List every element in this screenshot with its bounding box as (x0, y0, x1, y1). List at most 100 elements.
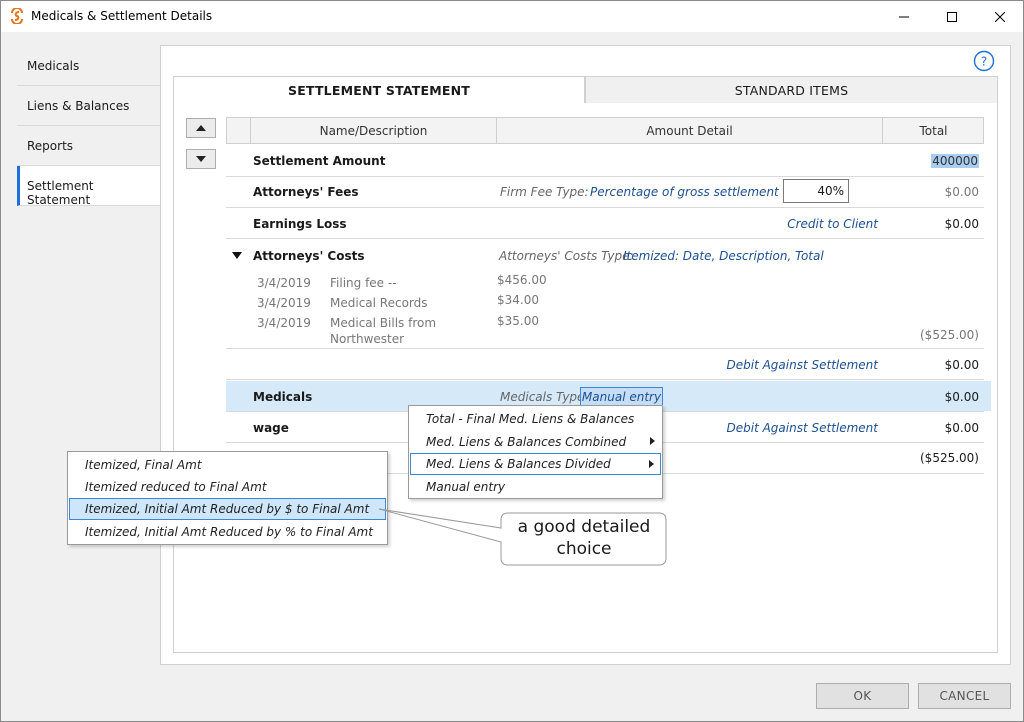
submenu-item-reduced-by-percent[interactable]: Itemized, Initial Amt Reduced by % to Fi… (69, 521, 386, 543)
submenu-item-itemized-final[interactable]: Itemized, Final Amt (69, 454, 386, 476)
row-divider (226, 348, 984, 349)
row-divider (226, 176, 984, 177)
submenu-item-label: Itemized reduced to Final Amt (85, 480, 267, 494)
sidebar-item-liens-balances[interactable]: Liens & Balances (17, 86, 160, 126)
menu-item-label: Manual entry (426, 480, 506, 494)
triangle-down-icon (196, 156, 206, 162)
fee-percent-input[interactable]: 40% (783, 179, 849, 203)
medicals-label: Medicals (253, 390, 313, 404)
maximize-icon (947, 11, 957, 22)
settlement-amount-label: Settlement Amount (253, 154, 386, 168)
wage-total: $0.00 (944, 421, 979, 435)
grid-header: Name/Description Amount Detail Total (226, 117, 984, 144)
column-header-name[interactable]: Name/Description (250, 118, 496, 143)
help-icon[interactable]: ? (973, 50, 995, 72)
attorneys-costs-type-link[interactable]: Itemized: Date, Description, Total (623, 249, 824, 263)
tab-bar: SETTLEMENT STATEMENT STANDARD ITEMS (173, 76, 998, 104)
tab-settlement-statement[interactable]: SETTLEMENT STATEMENT (173, 76, 585, 104)
submenu-item-label: Itemized, Final Amt (85, 458, 202, 472)
earnings-loss-total: $0.00 (944, 217, 979, 231)
callout-text: a good detailed choice (503, 516, 665, 560)
attorneys-fees-total: $0.00 (944, 185, 979, 199)
move-up-button[interactable] (186, 118, 216, 138)
sidebar-item-label: Reports (27, 139, 74, 153)
column-header-total[interactable]: Total (882, 118, 984, 143)
attorneys-costs-subtotal: ($525.00) (920, 328, 979, 342)
cost-item-date: 3/4/2019 (257, 276, 311, 290)
cost-item-amount: $34.00 (497, 293, 539, 307)
menu-item-label: Total - Final Med. Liens & Balances (426, 412, 635, 426)
menu-item-total-final[interactable]: Total - Final Med. Liens & Balances (410, 408, 661, 430)
tab-label: STANDARD ITEMS (734, 82, 849, 98)
cost-item-desc: Filing fee -- (330, 276, 397, 290)
cost-item-desc: Medical Records (330, 296, 428, 310)
settlement-amount-value[interactable]: 400000 (931, 154, 979, 168)
submenu-arrow-icon (649, 460, 654, 468)
medicals-type-menu: Total - Final Med. Liens & Balances Med.… (408, 405, 663, 499)
grand-total: ($525.00) (920, 451, 979, 465)
sidebar-item-settlement-statement[interactable]: Settlement Statement (17, 166, 160, 207)
cost-item-date: 3/4/2019 (257, 296, 311, 310)
submenu-item-label: Itemized, Initial Amt Reduced by % to Fi… (85, 525, 373, 539)
submenu-item-label: Itemized, Initial Amt Reduced by $ to Fi… (85, 502, 370, 516)
medicals-type-label: Medicals Type: (500, 390, 589, 404)
maximize-button[interactable] (929, 1, 975, 32)
close-icon (995, 11, 1005, 22)
submenu-item-itemized-reduced[interactable]: Itemized reduced to Final Amt (69, 476, 386, 498)
cancel-button[interactable]: CANCEL (918, 683, 1011, 709)
firm-fee-type-label: Firm Fee Type: (500, 185, 589, 199)
sidebar-item-label: Settlement Statement (27, 179, 94, 207)
cost-item-desc-continued: Northwester (330, 332, 405, 346)
cost-item-date: 3/4/2019 (257, 316, 311, 330)
sidebar-item-reports[interactable]: Reports (17, 126, 160, 166)
medicals-type-dropdown[interactable]: Manual entry (580, 387, 663, 406)
wage-label: wage (253, 421, 289, 435)
row-divider (226, 379, 984, 380)
window-title: Medicals & Settlement Details (31, 9, 213, 23)
minimize-icon (899, 16, 909, 17)
row-divider (226, 207, 984, 208)
menu-item-label: Med. Liens & Balances Combined (426, 435, 627, 449)
divided-submenu: Itemized, Final Amt Itemized reduced to … (67, 451, 388, 545)
minimize-button[interactable] (881, 1, 927, 32)
firm-fee-type-link[interactable]: Percentage of gross settlement (590, 185, 779, 199)
sidebar-nav: Medicals Liens & Balances Reports Settle… (17, 46, 160, 207)
menu-item-label: Med. Liens & Balances Divided (426, 457, 611, 471)
callout-line: a good detailed (517, 517, 651, 537)
collapse-caret-icon[interactable] (232, 252, 242, 259)
medicals-total: $0.00 (944, 390, 979, 404)
attorneys-costs-label: Attorneys' Costs (253, 249, 365, 263)
sidebar-item-label: Liens & Balances (27, 99, 130, 113)
move-down-button[interactable] (186, 149, 216, 169)
menu-item-manual-entry[interactable]: Manual entry (410, 476, 661, 498)
triangle-up-icon (196, 125, 206, 131)
title-bar: Medicals & Settlement Details (1, 1, 1023, 32)
callout-line: choice (556, 539, 612, 559)
column-header-amount[interactable]: Amount Detail (496, 118, 882, 143)
tab-standard-items[interactable]: STANDARD ITEMS (585, 76, 998, 104)
tab-label: SETTLEMENT STATEMENT (288, 83, 470, 98)
attorneys-costs-total: $0.00 (944, 358, 979, 372)
row-divider (226, 238, 984, 239)
earnings-loss-label: Earnings Loss (253, 217, 347, 231)
settlement-amount-total[interactable]: 400000 (901, 154, 979, 168)
close-button[interactable] (977, 1, 1023, 32)
credit-to-client-link[interactable]: Credit to Client (701, 217, 878, 231)
svg-text:?: ? (981, 55, 987, 69)
cost-item-desc: Medical Bills from (330, 316, 437, 330)
ok-button[interactable]: OK (816, 683, 909, 709)
submenu-item-reduced-by-dollar[interactable]: Itemized, Initial Amt Reduced by $ to Fi… (69, 498, 386, 520)
attorneys-fees-label: Attorneys' Fees (253, 185, 359, 199)
submenu-arrow-icon (650, 437, 655, 445)
app-logo-icon (11, 8, 23, 24)
cost-item-amount: $35.00 (497, 314, 539, 328)
sidebar-item-label: Medicals (27, 59, 80, 73)
cost-item-amount: $456.00 (497, 273, 547, 287)
wage-debit-link[interactable]: Debit Against Settlement (691, 421, 879, 435)
debit-against-settlement-link[interactable]: Debit Against Settlement (691, 358, 879, 372)
menu-item-divided[interactable]: Med. Liens & Balances Divided (410, 453, 661, 475)
menu-item-combined[interactable]: Med. Liens & Balances Combined (410, 431, 661, 453)
dialog-window: Medicals & Settlement Details Medicals L… (0, 0, 1024, 722)
attorneys-costs-type-label: Attorneys' Costs Type: (499, 249, 634, 263)
sidebar-item-medicals[interactable]: Medicals (17, 46, 160, 86)
